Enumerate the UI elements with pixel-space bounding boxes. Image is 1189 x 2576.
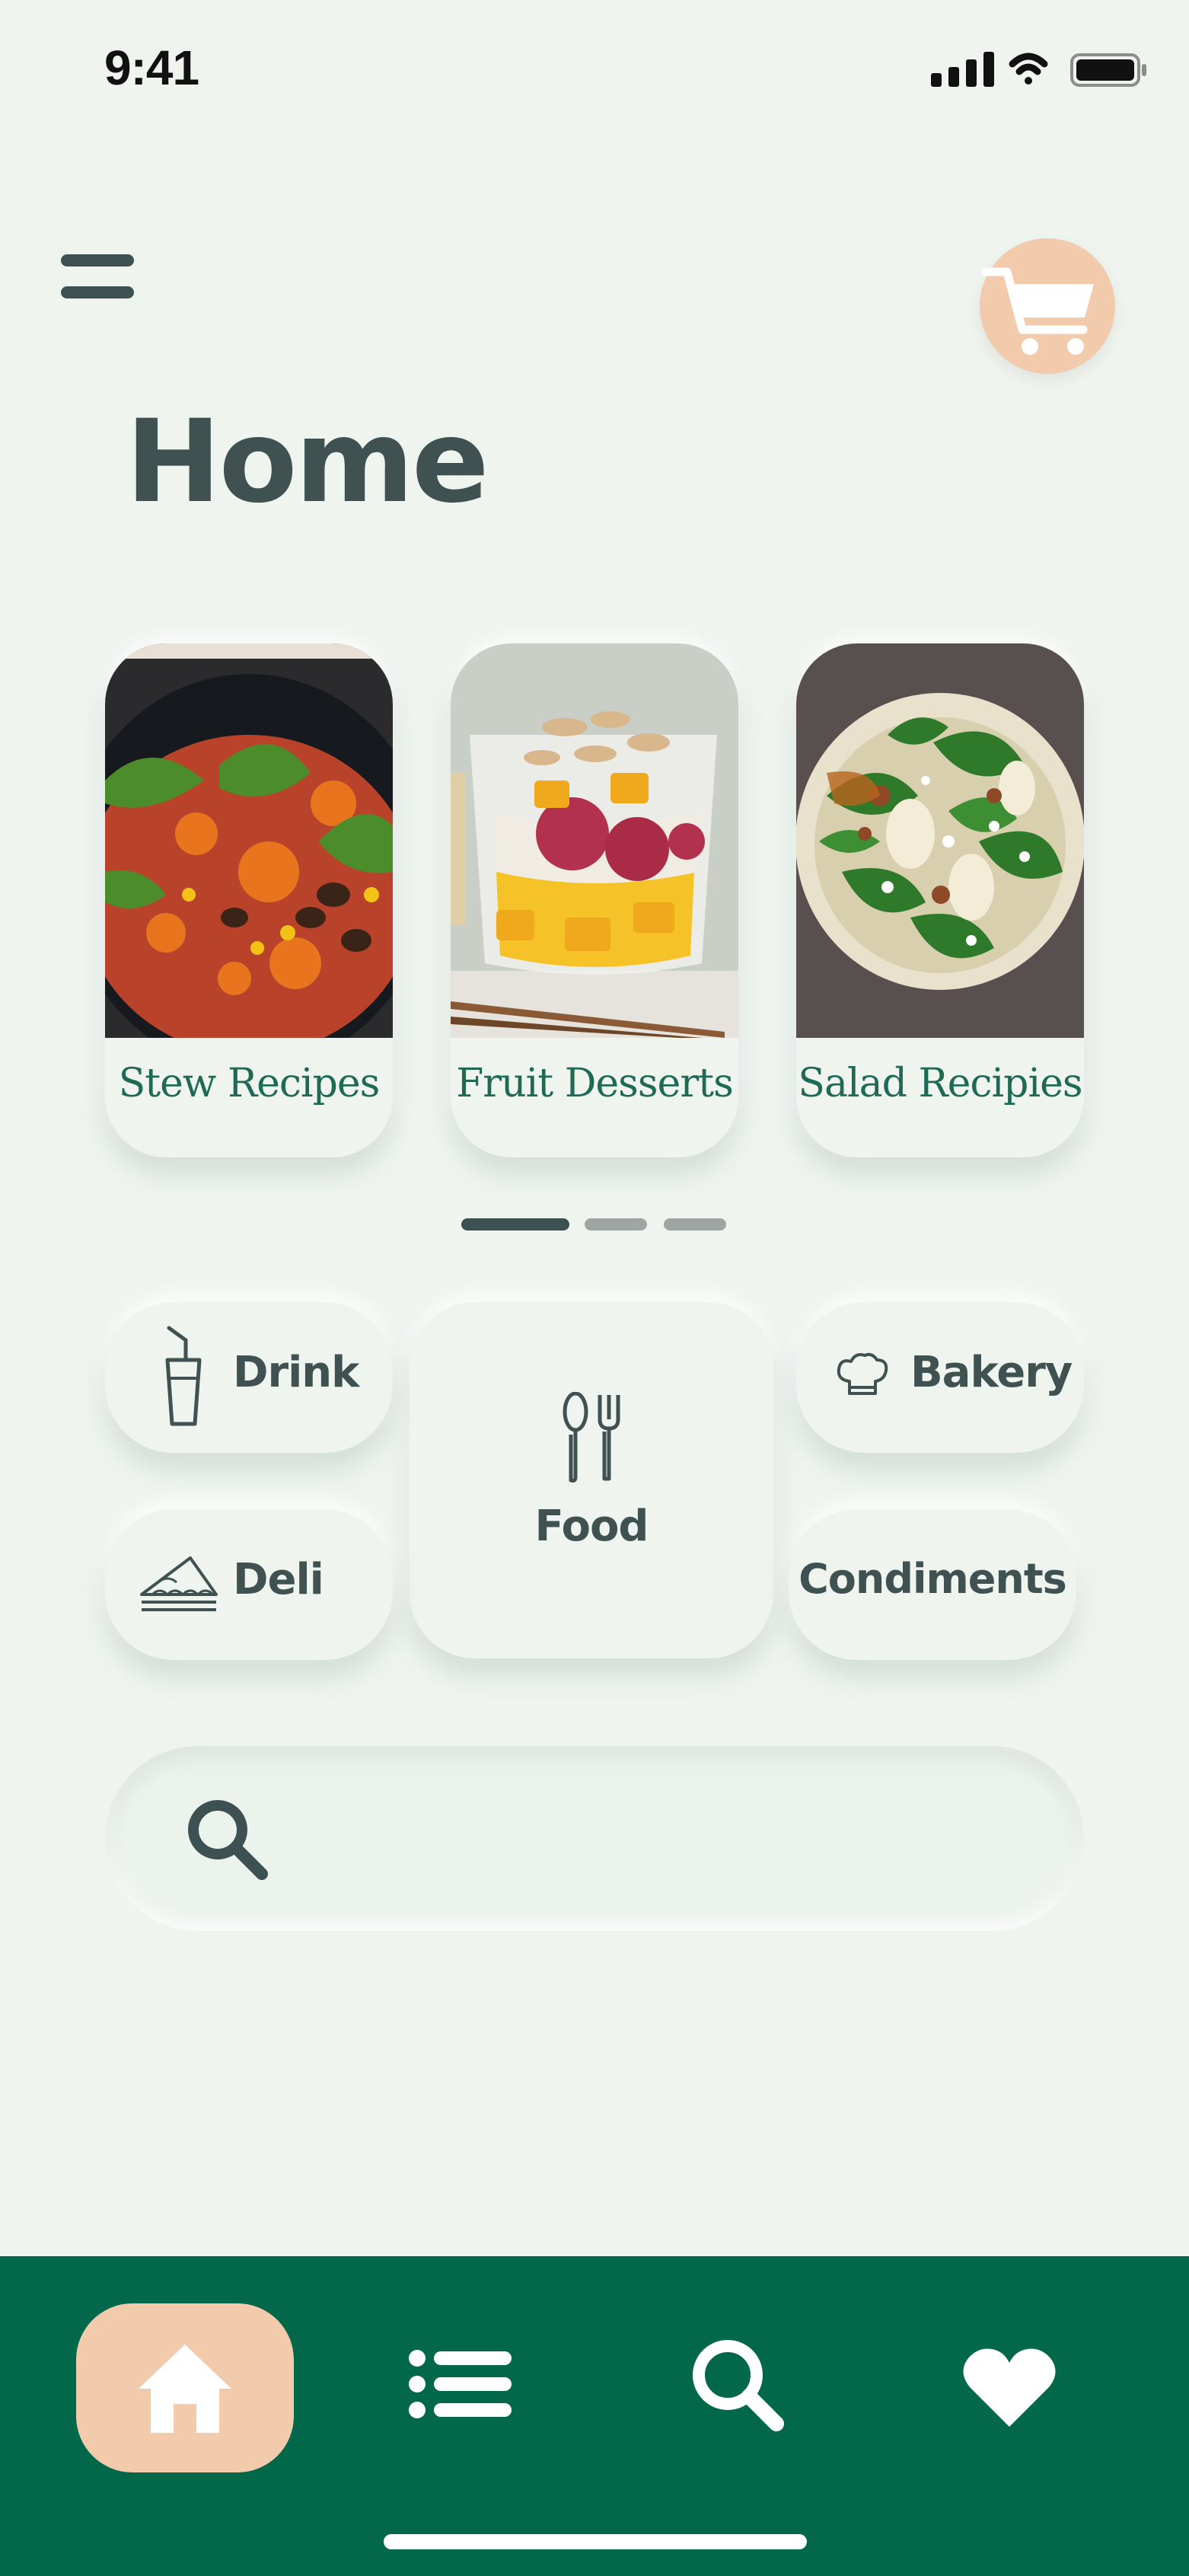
list-icon [409,2350,512,2418]
status-icons [927,46,1156,95]
nav-home-button[interactable] [76,2303,294,2472]
bottom-nav [0,2256,1189,2576]
drink-button[interactable]: Drink [105,1302,393,1453]
sandwich-icon [140,1556,218,1611]
fruit-dessert-photo [451,643,738,1038]
nav-favorites-button[interactable] [961,2346,1058,2430]
battery-icon [1070,53,1146,87]
drink-label: Drink [233,1348,359,1397]
pager-dot[interactable] [585,1218,647,1231]
fork-knife-icon [563,1392,620,1483]
search-bar[interactable] [105,1746,1084,1931]
signal-icon [931,52,994,87]
pager-dot-active[interactable] [461,1218,569,1231]
heart-icon [963,2348,1056,2427]
drink-icon [165,1326,202,1426]
pager-dot[interactable] [664,1218,726,1231]
page-title: Home [126,396,489,528]
food-label: Food [534,1502,649,1551]
salad-photo [796,643,1084,1038]
chef-hat-icon [837,1352,888,1395]
category-label: Salad Recipies [798,1061,1082,1106]
stew-photo [105,643,393,1038]
deli-button[interactable]: Deli [105,1509,393,1660]
menu-button[interactable] [61,251,135,306]
search-icon [188,1800,268,1880]
category-card-stew[interactable]: Stew Recipes [105,643,393,1157]
food-button[interactable]: Food [410,1302,773,1658]
deli-label: Deli [233,1555,324,1604]
category-card-salad[interactable]: Salad Recipies [796,643,1084,1157]
category-card-fruit-desserts[interactable]: Fruit Desserts [451,643,738,1157]
category-label: Fruit Desserts [456,1061,734,1106]
search-input[interactable] [295,1792,1044,1885]
status-time: 9:41 [104,40,199,95]
nav-search-button[interactable] [688,2335,787,2434]
nav-list-button[interactable] [408,2348,515,2424]
search-icon [693,2340,784,2431]
condiments-button[interactable]: Condiments [789,1509,1076,1660]
category-label: Stew Recipes [118,1061,381,1106]
condiments-label: Condiments [799,1555,1067,1603]
wifi-icon [1009,53,1048,85]
cart-icon [981,267,1094,355]
cart-button[interactable] [980,238,1115,374]
home-icon [139,2345,231,2433]
home-indicator [384,2534,807,2549]
bakery-button[interactable]: Bakery [796,1302,1084,1453]
bakery-label: Bakery [910,1348,1073,1397]
